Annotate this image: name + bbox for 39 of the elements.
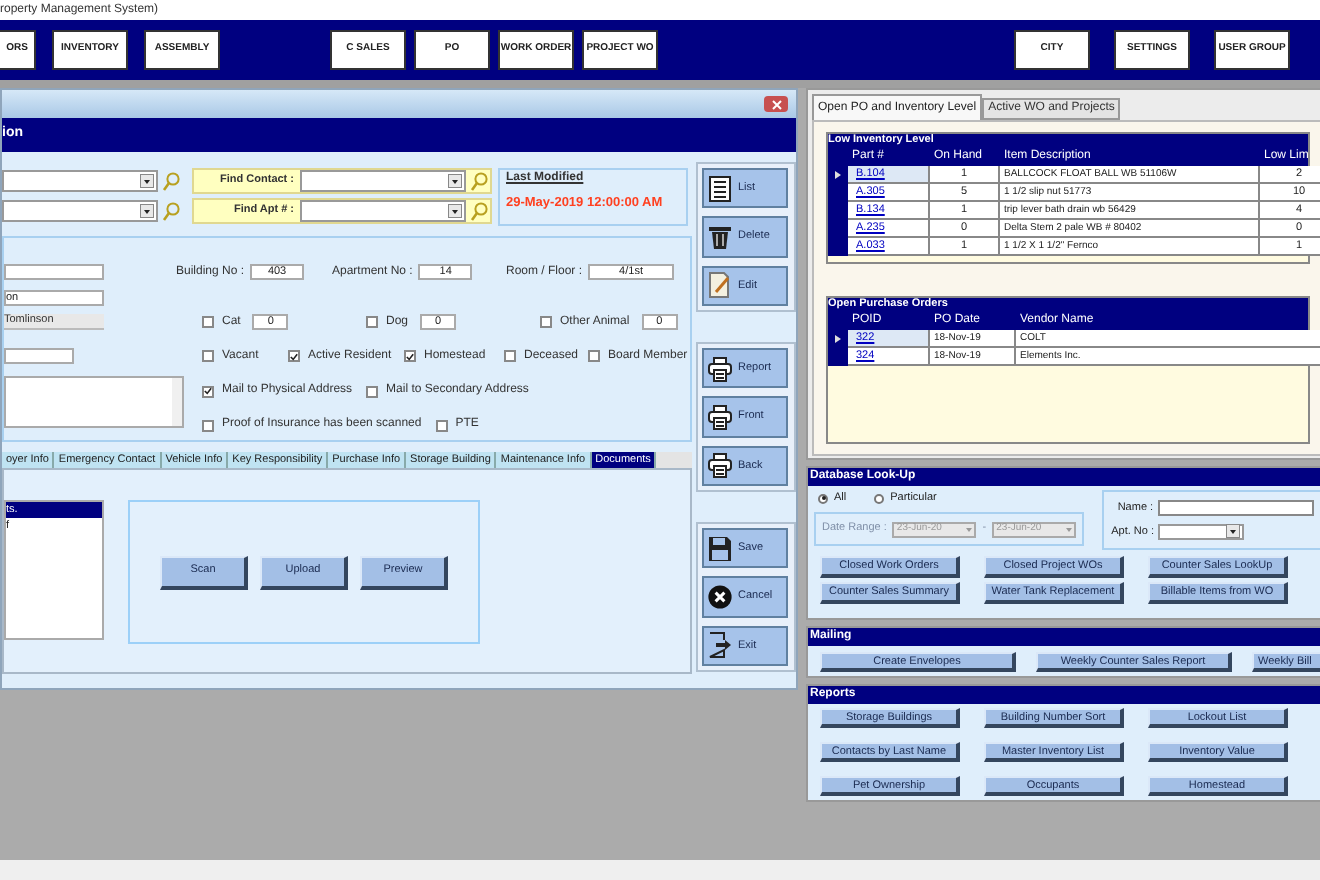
printer-icon (708, 355, 732, 382)
row-pointer-icon (834, 334, 842, 344)
close-button[interactable] (764, 96, 788, 112)
checkbox[interactable] (366, 316, 378, 328)
checkbox[interactable] (404, 350, 416, 362)
trash-icon (708, 223, 732, 250)
checkbox[interactable] (366, 385, 379, 397)
name-field[interactable] (1157, 500, 1314, 517)
dropdown-arrow-icon[interactable] (448, 204, 462, 218)
checkbox[interactable] (288, 350, 300, 362)
printer-icon (708, 452, 732, 479)
radio-button[interactable] (874, 493, 885, 503)
list-icon (708, 175, 732, 202)
checkbox[interactable] (202, 385, 214, 397)
dropdown-arrow-icon[interactable] (140, 204, 154, 218)
text-field[interactable] (4, 348, 74, 364)
scrollbar[interactable] (172, 378, 182, 426)
radio-button[interactable] (818, 493, 828, 503)
cancel-circle-icon (708, 583, 732, 610)
checkbox[interactable] (504, 350, 516, 362)
checkbox[interactable] (435, 419, 448, 431)
dropdown-arrow-icon[interactable] (140, 174, 154, 188)
dropdown-arrow-icon[interactable] (1226, 524, 1240, 539)
text-field[interactable] (4, 264, 104, 280)
checkbox[interactable] (202, 316, 214, 328)
exit-arrow-icon (708, 632, 732, 659)
check-icon (204, 386, 212, 396)
dropdown-arrow-icon[interactable] (448, 174, 462, 188)
document-pencil-icon (708, 272, 732, 299)
close-icon (771, 99, 781, 109)
checkbox[interactable] (202, 419, 214, 431)
check-icon (290, 351, 298, 361)
printer-icon (708, 403, 732, 430)
check-icon (406, 351, 414, 361)
notes-field[interactable] (4, 376, 184, 428)
checkbox[interactable] (540, 316, 552, 328)
row-pointer-icon (834, 170, 842, 180)
checkbox[interactable] (588, 350, 600, 362)
checkbox[interactable] (202, 350, 214, 362)
